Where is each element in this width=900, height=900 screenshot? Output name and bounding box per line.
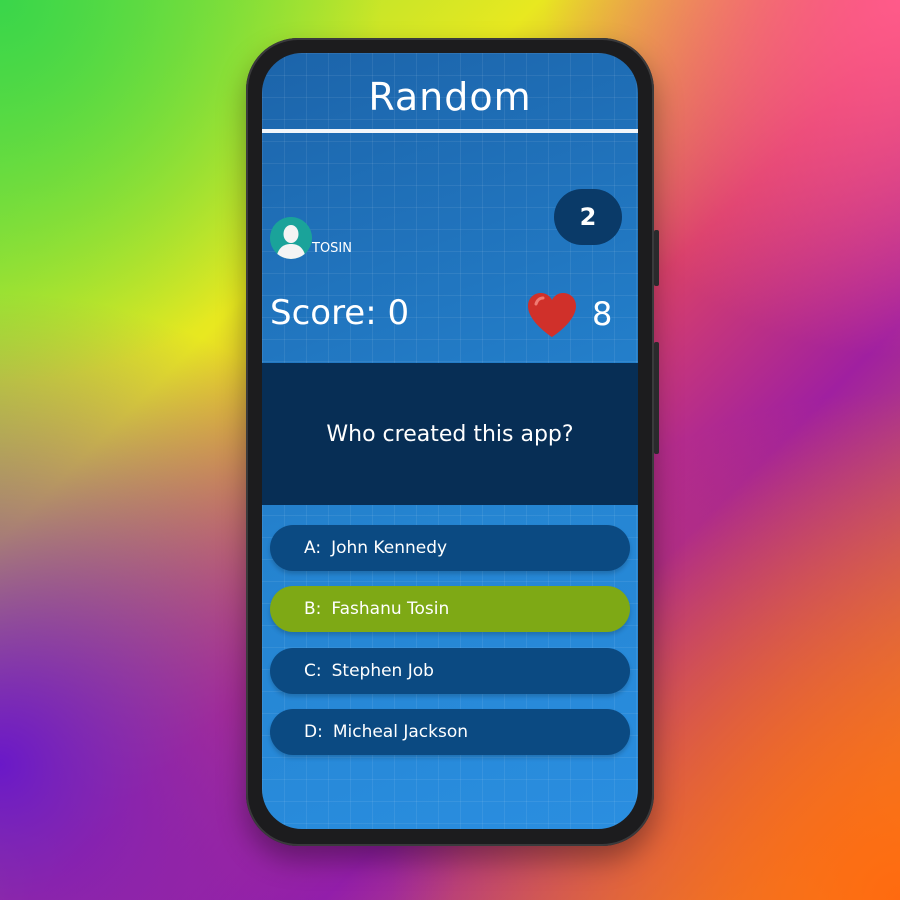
phone-power-button	[654, 230, 659, 286]
answer-option-a[interactable]: A: John Kennedy	[270, 525, 630, 571]
lives-count: 8	[592, 295, 613, 333]
title-divider	[262, 129, 638, 133]
option-letter: C:	[304, 661, 322, 681]
option-text: Micheal Jackson	[332, 722, 468, 742]
avatar[interactable]	[270, 217, 312, 259]
option-text: Fashanu Tosin	[331, 599, 450, 619]
user-icon	[270, 217, 312, 259]
page-title: Random	[368, 75, 532, 119]
option-text: Stephen Job	[331, 661, 434, 681]
player-name: TOSIN	[312, 241, 352, 256]
answer-option-d[interactable]: D: Micheal Jackson	[270, 709, 630, 755]
option-letter: B:	[304, 599, 322, 619]
answer-option-c[interactable]: C: Stephen Job	[270, 648, 630, 694]
score-label: Score: 0	[270, 293, 410, 333]
option-letter: D:	[304, 722, 323, 742]
phone-volume-button	[654, 342, 659, 454]
question-counter-badge: 2	[554, 189, 622, 245]
option-text: John Kennedy	[331, 538, 448, 558]
app-screen: Random 2 TOSIN Score: 0 8 Who created th…	[262, 53, 638, 829]
option-letter: A:	[304, 538, 322, 558]
question-panel: Who created this app?	[262, 363, 638, 505]
heart-icon	[528, 293, 576, 337]
answer-option-b[interactable]: B: Fashanu Tosin	[270, 586, 630, 632]
question-text: Who created this app?	[326, 421, 574, 447]
